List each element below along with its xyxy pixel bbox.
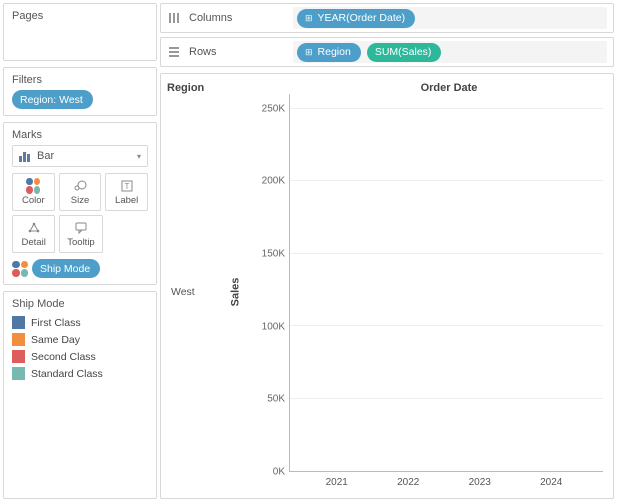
filters-card[interactable]: Filters Region: West [3, 67, 157, 116]
marks-color-pill[interactable]: Ship Mode [32, 259, 100, 278]
marks-color-button[interactable]: Color [12, 173, 55, 211]
pages-card[interactable]: Pages [3, 3, 157, 61]
rows-shelf[interactable]: Rows Region SUM(Sales) [160, 37, 614, 67]
marks-tooltip-label: Tooltip [67, 237, 94, 248]
pages-title: Pages [12, 10, 148, 22]
ytick-label: 50K [267, 394, 285, 405]
tooltip-icon [74, 221, 88, 235]
ytick-label: 150K [262, 248, 285, 259]
legend-label: Second Class [31, 351, 96, 363]
viz-orderdate-header: Order Date [295, 82, 603, 94]
marks-detail-button[interactable]: Detail [12, 215, 55, 253]
legend-label: Standard Class [31, 368, 103, 380]
viz-region-value: West [167, 94, 227, 490]
marks-label-button[interactable]: T Label [105, 173, 148, 211]
legend-swatch [12, 316, 25, 329]
marks-size-label: Size [71, 195, 89, 206]
svg-text:T: T [124, 182, 129, 191]
gridline [290, 253, 603, 254]
rows-pill-region-label: Region [318, 46, 351, 58]
rows-pill-sales-label: SUM(Sales) [375, 46, 432, 58]
filters-title: Filters [12, 74, 148, 86]
marks-type-dropdown[interactable]: Bar ▾ [12, 145, 148, 167]
legend-title: Ship Mode [12, 298, 148, 310]
legend-swatch [12, 350, 25, 363]
legend-item[interactable]: First Class [12, 314, 148, 331]
rows-icon [167, 45, 181, 59]
legend-swatch [12, 367, 25, 380]
legend-item[interactable]: Same Day [12, 331, 148, 348]
viz-yaxis-title: Sales [227, 94, 243, 490]
legend-swatch [12, 333, 25, 346]
viz-area: Region Order Date West Sales 0K 50K 100K 15… [160, 73, 614, 499]
ytick-label: 250K [262, 103, 285, 114]
rows-label: Rows [189, 46, 217, 58]
legend-label: Same Day [31, 334, 80, 346]
marks-detail-label: Detail [22, 237, 46, 248]
xtick-label: 2024 [525, 477, 577, 488]
marks-tooltip-button[interactable]: Tooltip [59, 215, 102, 253]
size-icon [73, 179, 87, 193]
legend-item[interactable]: Standard Class [12, 365, 148, 382]
color-icon [12, 261, 28, 277]
rows-pill-region[interactable]: Region [297, 43, 361, 62]
marks-type-label: Bar [37, 150, 54, 162]
ytick-label: 200K [262, 176, 285, 187]
color-icon [26, 179, 40, 193]
legend-card: Ship Mode First Class Same Day Second Clas… [3, 291, 157, 499]
label-icon: T [120, 179, 134, 193]
marks-color-pill-label: Ship Mode [40, 263, 90, 275]
xtick-label: 2022 [382, 477, 434, 488]
filter-pill-label: Region: West [20, 94, 83, 106]
viz-xticks: 2021 2022 2023 2024 [295, 477, 593, 488]
legend-label: First Class [31, 317, 81, 329]
marks-label-label: Label [115, 195, 138, 206]
gridline [290, 180, 603, 181]
marks-title: Marks [12, 129, 148, 141]
columns-icon [167, 11, 181, 25]
viz-yticks: 0K50K100K150K200K250K [243, 94, 289, 472]
viz-region-header: Region [167, 82, 295, 94]
marks-card: Marks Bar ▾ Color [3, 122, 157, 285]
filter-pill-region[interactable]: Region: West [12, 90, 93, 109]
columns-pill-year[interactable]: YEAR(Order Date) [297, 9, 415, 28]
columns-pill-label: YEAR(Order Date) [318, 12, 406, 24]
columns-label: Columns [189, 12, 232, 24]
ytick-label: 0K [273, 467, 285, 478]
marks-color-assignment-row[interactable]: Ship Mode [12, 259, 148, 278]
chevron-down-icon: ▾ [137, 152, 141, 161]
viz-plot[interactable] [289, 94, 603, 472]
columns-shelf[interactable]: Columns YEAR(Order Date) [160, 3, 614, 33]
marks-size-button[interactable]: Size [59, 173, 102, 211]
detail-icon [27, 221, 41, 235]
gridline [290, 398, 603, 399]
xtick-label: 2023 [454, 477, 506, 488]
xtick-label: 2021 [311, 477, 363, 488]
legend-item[interactable]: Second Class [12, 348, 148, 365]
gridline [290, 325, 603, 326]
marks-color-label: Color [22, 195, 45, 206]
ytick-label: 100K [262, 321, 285, 332]
rows-pill-sales[interactable]: SUM(Sales) [367, 43, 442, 62]
bar-icon [19, 150, 31, 162]
gridline [290, 108, 603, 109]
